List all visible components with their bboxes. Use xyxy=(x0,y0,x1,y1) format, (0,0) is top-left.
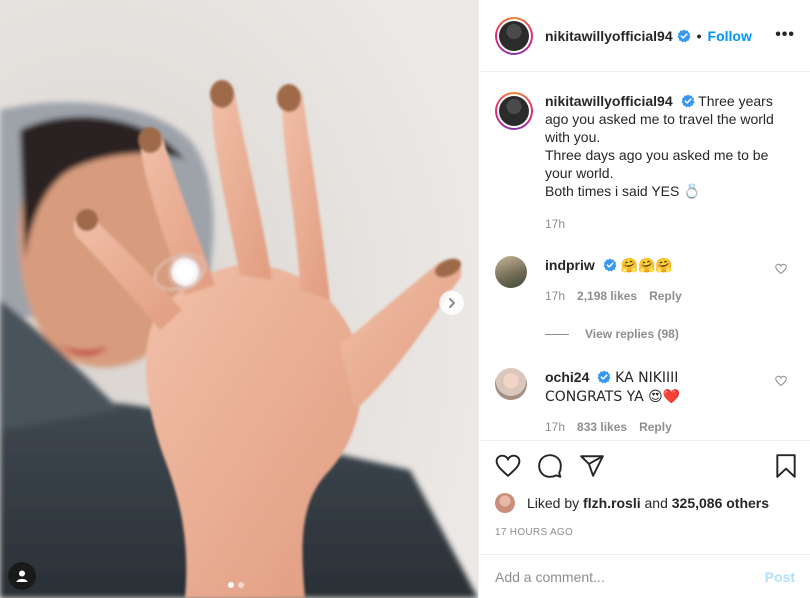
liked-by: Liked by flzh.rosli and 325,086 others xyxy=(495,493,769,513)
carousel-indicator xyxy=(228,582,244,588)
liker-avatar[interactable] xyxy=(495,493,515,513)
add-comment-bar: Add a comment... Post xyxy=(479,554,810,598)
reply-button[interactable]: Reply xyxy=(639,420,672,434)
user-tag-icon xyxy=(16,570,28,582)
caption-author-username[interactable]: nikitawillyofficial94 xyxy=(545,93,673,109)
commenter-avatar[interactable] xyxy=(495,368,527,400)
comment-meta: 17h 2,198 likes Reply xyxy=(545,289,795,303)
comment-time[interactable]: 17h xyxy=(545,420,565,434)
comment-likes[interactable]: 833 likes xyxy=(577,420,627,434)
liked-by-and: and xyxy=(644,495,668,511)
post-details-panel: nikitawillyofficial94 • Follow ••• nikit… xyxy=(478,0,810,598)
heart-icon xyxy=(775,375,787,387)
carousel-next-button[interactable] xyxy=(439,290,465,316)
caption-line-3: Both times i said YES xyxy=(545,183,680,199)
caption-author-avatar[interactable] xyxy=(495,92,533,130)
save-button[interactable] xyxy=(773,453,799,482)
carousel-dot xyxy=(238,582,244,588)
post-header: nikitawillyofficial94 • Follow ••• xyxy=(479,0,810,72)
chevron-right-icon xyxy=(449,298,455,308)
heart-icon xyxy=(495,454,521,478)
verified-badge-icon xyxy=(597,370,611,384)
view-replies-button[interactable]: View replies (98) xyxy=(545,327,679,341)
caption-line-2: Three days ago you asked me to be your w… xyxy=(545,147,769,181)
verified-badge-icon xyxy=(603,258,617,272)
caption-timestamp[interactable]: 17h xyxy=(545,217,795,231)
photo-illustration xyxy=(0,0,478,598)
comments-section[interactable]: nikitawillyofficial94 Three years ago yo… xyxy=(479,72,810,440)
bookmark-icon xyxy=(776,454,796,478)
author-avatar[interactable] xyxy=(495,16,533,55)
likes-count[interactable]: 325,086 others xyxy=(672,495,769,511)
heart-icon xyxy=(775,263,787,275)
comment-text: 🤗🤗🤗 xyxy=(620,258,673,274)
tagged-users-button[interactable] xyxy=(8,562,36,590)
comment-like-button[interactable] xyxy=(775,262,787,278)
post-timestamp[interactable]: 17 HOURS AGO xyxy=(495,527,573,538)
comment-input[interactable]: Add a comment... xyxy=(495,569,765,585)
liked-by-user[interactable]: flzh.rosli xyxy=(583,495,641,511)
commenter-username[interactable]: ochi24 xyxy=(545,369,589,385)
carousel-dot-active xyxy=(228,582,234,588)
follow-button[interactable]: Follow xyxy=(708,28,752,44)
commenter-avatar[interactable] xyxy=(495,256,527,288)
commenter-username[interactable]: indpriw xyxy=(545,257,595,273)
comment-meta: 17h 833 likes Reply xyxy=(545,420,795,434)
comment-time[interactable]: 17h xyxy=(545,289,565,303)
author-username[interactable]: nikitawillyofficial94 xyxy=(545,28,673,44)
reply-button[interactable]: Reply xyxy=(649,289,682,303)
comment-like-button[interactable] xyxy=(775,374,787,390)
comment-item: ochi24 KA NIKIIII CONGRATS YA 😍❤️ 17h 83… xyxy=(495,368,795,434)
verified-badge-icon xyxy=(677,29,691,42)
view-replies-label: View replies (98) xyxy=(585,327,679,341)
separator-dot: • xyxy=(696,27,702,44)
comment-likes[interactable]: 2,198 likes xyxy=(577,289,637,303)
comment-button[interactable] xyxy=(537,453,563,482)
post-actions: Liked by flzh.rosli and 325,086 others 1… xyxy=(479,440,810,538)
like-button[interactable] xyxy=(495,453,521,482)
verified-badge-icon xyxy=(681,94,694,108)
comment-item: indpriw 🤗🤗🤗 17h 2,198 likes Reply xyxy=(495,256,795,303)
post-photo[interactable] xyxy=(0,0,478,598)
paper-plane-icon xyxy=(580,455,604,477)
liked-by-prefix: Liked by xyxy=(527,495,580,511)
post-caption: nikitawillyofficial94 Three years ago yo… xyxy=(495,92,795,231)
share-button[interactable] xyxy=(579,453,605,482)
post-comment-button[interactable]: Post xyxy=(765,569,795,585)
more-options-button[interactable]: ••• xyxy=(775,26,795,44)
ring-emoji: 💍 xyxy=(683,184,701,200)
replies-divider xyxy=(545,333,569,335)
comment-icon xyxy=(538,454,562,478)
